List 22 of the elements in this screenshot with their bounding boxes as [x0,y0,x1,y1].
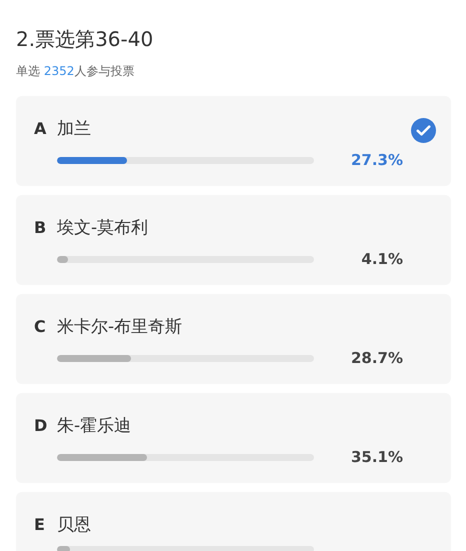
option-card[interactable]: A 加兰 27.3% [16,96,451,186]
option-card[interactable]: C 米卡尔-布里奇斯 28.7% [16,294,451,384]
option-card[interactable]: E 贝恩 [16,492,451,551]
option-name: 加兰 [57,119,91,139]
poll-info: 单选 2352人参与投票 [16,63,136,80]
option-letter: D [34,415,48,437]
option-name: 米卡尔-布里奇斯 [57,317,182,337]
percent-label: 4.1% [360,249,403,269]
option-name: 朱-霍乐迪 [57,416,132,436]
option-letter: A [34,118,48,140]
option-letter: E [34,514,46,536]
option-card[interactable]: D 朱-霍乐迪 35.1% [16,393,451,483]
option-card[interactable]: B 埃文-莫布利 4.1% [16,195,451,285]
percent-label: 27.3% [350,150,403,170]
poll-title: 2.票选第36-40 [16,26,154,53]
option-letter: C [34,316,47,338]
percent-label: 35.1% [350,447,403,467]
option-name: 埃文-莫布利 [57,218,148,238]
option-name: 贝恩 [57,515,91,535]
check-icon [411,118,436,143]
option-letter: B [34,217,48,239]
percent-label: 28.7% [350,348,403,368]
